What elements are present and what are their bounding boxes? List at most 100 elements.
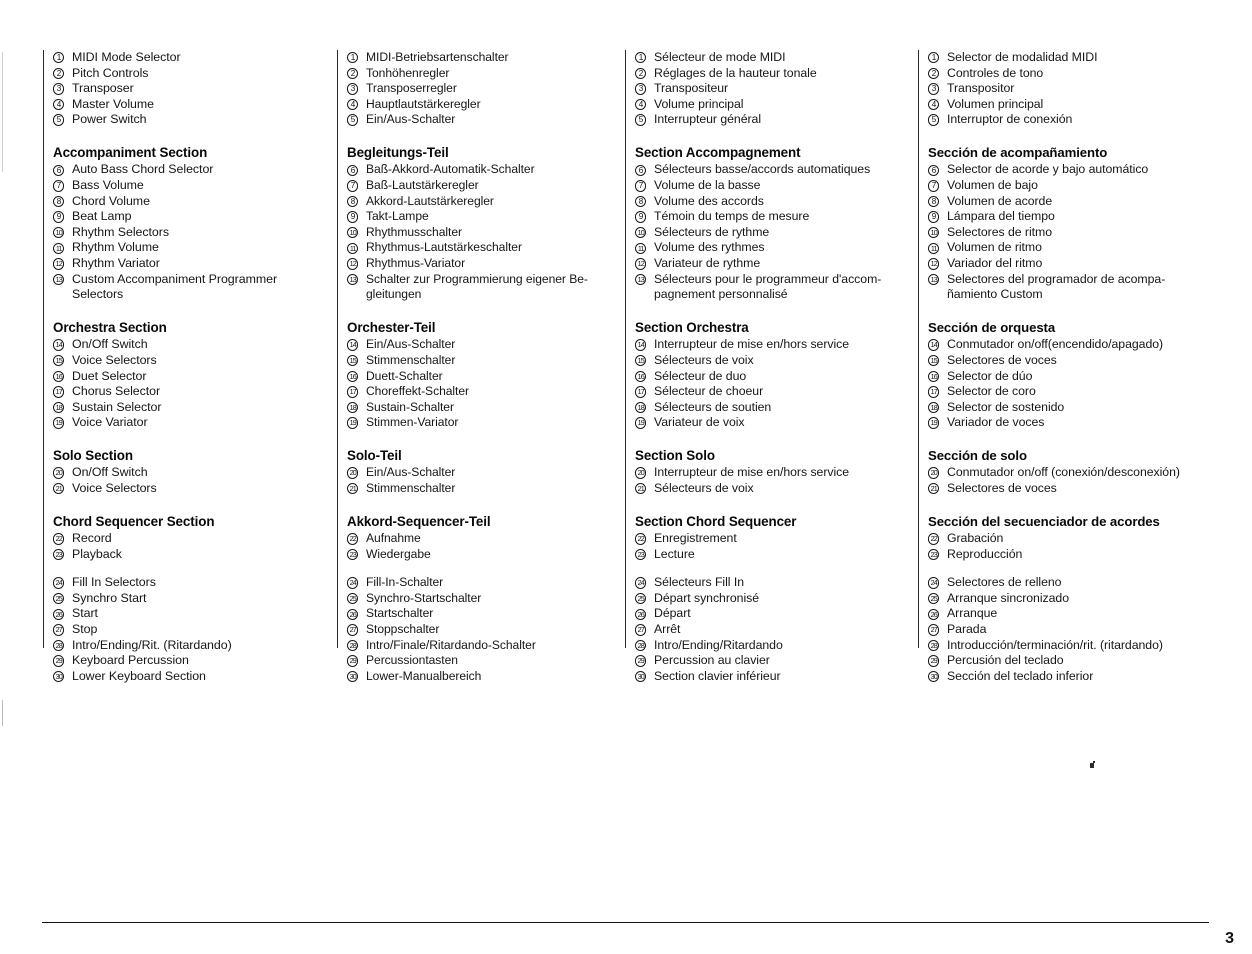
section-heading: Solo-Teil xyxy=(347,447,402,463)
callout-label: Volumen principal xyxy=(947,96,1044,111)
callout-label: Selectores de voces xyxy=(947,480,1057,495)
callout-label: Bass Volume xyxy=(72,178,144,193)
callout-item: 15 Stimmenschalter xyxy=(347,353,625,369)
circled-number-icon: 20 xyxy=(635,465,652,481)
callout-label: Témoin du temps de mesure xyxy=(654,209,810,224)
callout-item: 3 Transposerregler xyxy=(347,81,625,97)
callout-label: Power Switch xyxy=(72,112,147,127)
callout-number: 8 xyxy=(928,195,940,208)
callout-number: 22 xyxy=(347,533,359,545)
circled-number-icon: 7 xyxy=(928,178,945,194)
callout-item: 2 Controles de tono xyxy=(928,66,1223,82)
callout-label: Section clavier inférieur xyxy=(654,668,781,683)
callout-item: 24 Fill In Selectors xyxy=(53,575,337,591)
callout-item: 23 Lecture xyxy=(635,547,918,563)
callout-number: 18 xyxy=(928,401,940,414)
circled-number-icon: 14 xyxy=(635,337,652,353)
section-block: Orchestra Section 14 On/Off Switch 15 Voice … xyxy=(53,320,337,431)
section-block: Solo-Teil 20 Ein/Aus-Schalter 21 Stimmenscha… xyxy=(347,448,625,497)
circled-number-icon: 19 xyxy=(347,415,364,431)
circled-number-icon: 27 xyxy=(347,622,364,638)
section-block: Sección de solo 20 Conmutador on/off (cone… xyxy=(928,448,1223,497)
section-block: Begleitungs-Teil 6 Baß-Akkord-Automatik-Sc… xyxy=(347,145,625,303)
callout-label: Schalter zur Programmierung eigener Be- … xyxy=(366,271,588,302)
callout-item: 29 Percussiontasten xyxy=(347,653,625,669)
callout-label: Rhythmus-Lautstärkeschalter xyxy=(366,240,522,255)
callout-number: 21 xyxy=(928,483,940,495)
callout-number: 16 xyxy=(347,370,359,382)
callout-number: 8 xyxy=(347,195,359,208)
callout-number: 29 xyxy=(53,655,65,667)
callout-number: 15 xyxy=(928,355,940,367)
circled-number-icon: 14 xyxy=(53,337,70,353)
callout-item: 30 Section clavier inférieur xyxy=(635,669,918,685)
callout-number: 30 xyxy=(53,670,65,683)
callout-number: 2 xyxy=(53,67,65,80)
callout-number: 5 xyxy=(347,114,359,126)
callout-label: Chorus Selector xyxy=(72,384,161,399)
callout-label: Percussion au clavier xyxy=(654,653,770,668)
circled-number-icon: 13 xyxy=(53,272,70,288)
circled-number-icon: 9 xyxy=(53,209,70,225)
callout-item: 5 Interrupteur général xyxy=(635,112,918,128)
circled-number-icon: 4 xyxy=(928,97,945,113)
callout-label: Sección del teclado inferior xyxy=(947,668,1094,683)
callout-label: Stimmen-Variator xyxy=(366,415,459,430)
callout-number: 19 xyxy=(928,417,940,429)
callout-label: Controles de tono xyxy=(947,65,1044,80)
callout-item: 13 Selectores del programador de acompa- … xyxy=(928,272,1223,303)
circled-number-icon: 18 xyxy=(347,400,364,416)
callout-item: 26 Startschalter xyxy=(347,606,625,622)
callout-number: 23 xyxy=(635,548,647,561)
callout-number: 2 xyxy=(635,67,647,80)
circled-number-icon: 20 xyxy=(53,465,70,481)
callout-item: 20 Interrupteur de mise en/hors service xyxy=(635,465,918,481)
callout-label: Keyboard Percussion xyxy=(72,653,189,668)
circled-number-icon: 6 xyxy=(53,162,70,178)
circled-number-icon: 3 xyxy=(635,81,652,97)
callout-item: 26 Arranque xyxy=(928,606,1223,622)
section-block: 24 Sélecteurs Fill In 25 Départ synchronisé… xyxy=(635,575,918,684)
callout-item: 2 Pitch Controls xyxy=(53,66,337,82)
callout-label: Percussiontasten xyxy=(366,653,458,668)
callout-label: Selectores de relleno xyxy=(947,575,1062,590)
callout-label: Introducción/terminación/rit. (ritardand… xyxy=(947,637,1163,652)
callout-item: 8 Chord Volume xyxy=(53,194,337,210)
callout-number: 1 xyxy=(928,52,940,64)
callout-label: Interrupteur de mise en/hors service xyxy=(654,337,850,352)
callout-item: 27 Stop xyxy=(53,622,337,638)
callout-label: Selector de acorde y bajo automático xyxy=(947,162,1149,177)
circled-number-icon: 17 xyxy=(53,384,70,400)
callout-item: 30 Sección del teclado inferior xyxy=(928,669,1223,685)
callout-label: Akkord-Lautstärkeregler xyxy=(366,193,494,208)
callout-number: 27 xyxy=(347,624,359,636)
callout-label: Volume de la basse xyxy=(654,178,761,193)
callout-label: Synchro Start xyxy=(72,590,147,605)
callout-item: 19 Variateur de voix xyxy=(635,415,918,431)
callout-number: 1 xyxy=(347,52,359,64)
column-spanish: 1 Selector de modalidad MIDI 2 Controles de… xyxy=(918,50,1223,683)
manual-page: 1 MIDI Mode Selector 2 Pitch Controls 3 Trans… xyxy=(0,0,1252,954)
section-heading: Chord Sequencer Section xyxy=(53,513,215,529)
callout-item: 4 Volumen principal xyxy=(928,97,1223,113)
callout-label: Duet Selector xyxy=(72,368,147,383)
callout-label: Aufnahme xyxy=(366,531,421,546)
circled-number-icon: 6 xyxy=(928,162,945,178)
callout-number: 17 xyxy=(635,386,647,398)
circled-number-icon: 8 xyxy=(347,194,364,210)
callout-label: Intro/Ending/Rit. (Ritardando) xyxy=(72,637,232,652)
callout-item: 29 Percussion au clavier xyxy=(635,653,918,669)
callout-label: Chord Volume xyxy=(72,193,150,208)
callout-item: 2 Tonhöhenregler xyxy=(347,66,625,82)
callout-number: 22 xyxy=(635,533,647,545)
callout-item: 26 Start xyxy=(53,606,337,622)
circled-number-icon: 17 xyxy=(347,384,364,400)
circled-number-icon: 10 xyxy=(347,225,364,241)
callout-label: Intro/Finale/Ritardando-Schalter xyxy=(366,637,536,652)
callout-number: 30 xyxy=(347,670,359,683)
circled-number-icon: 5 xyxy=(347,112,364,128)
callout-number: 2 xyxy=(347,67,359,80)
